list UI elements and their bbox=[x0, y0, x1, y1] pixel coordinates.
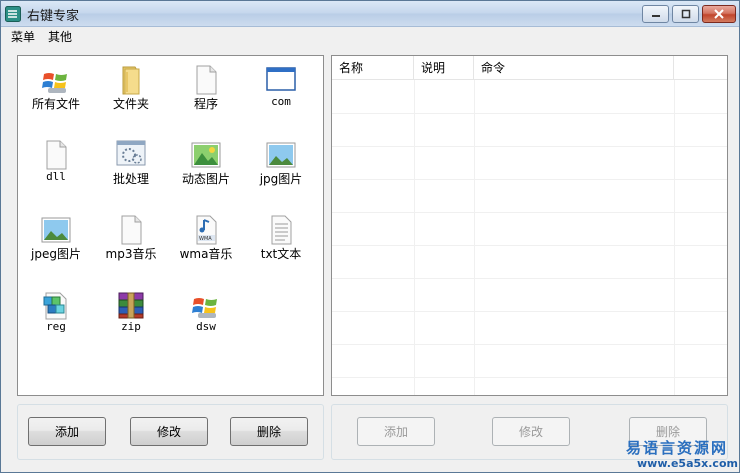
windows-logo-icon bbox=[192, 298, 217, 318]
column-header-name[interactable]: 名称 bbox=[332, 56, 414, 80]
registry-file-icon bbox=[43, 292, 67, 320]
watermark-site-name: 易语言资源网 bbox=[626, 439, 729, 457]
file-type-item-jpg[interactable]: jpg图片 bbox=[245, 133, 317, 197]
app-icon bbox=[5, 6, 21, 22]
menu-bar: 菜单 其他 bbox=[1, 27, 739, 45]
file-type-item-txt[interactable]: txt文本 bbox=[245, 208, 317, 272]
file-type-item-program[interactable]: 程序 bbox=[170, 58, 242, 122]
grid-line bbox=[332, 146, 727, 147]
add-file-type-button[interactable]: 添加 bbox=[28, 417, 106, 446]
svg-text:WMA: WMA bbox=[199, 236, 212, 242]
window-app-icon bbox=[266, 67, 296, 91]
wma-audio-icon: WMA bbox=[196, 215, 217, 245]
grid-line bbox=[414, 80, 415, 395]
file-type-icon-list[interactable]: 所有文件 文件夹 程序 com dll 批处理 动态图片 jpg图片 jpeg图… bbox=[17, 55, 324, 396]
text-file-icon bbox=[271, 215, 292, 245]
batch-file-icon bbox=[116, 140, 146, 166]
restore-button[interactable] bbox=[672, 5, 699, 23]
file-type-item-wma[interactable]: WMA wma音乐 bbox=[170, 208, 242, 272]
file-type-item-zip[interactable]: zip bbox=[95, 283, 167, 347]
grid-line bbox=[332, 113, 727, 114]
folder-icon bbox=[122, 66, 140, 95]
grid-line bbox=[474, 80, 475, 395]
grid-line bbox=[332, 278, 727, 279]
menu-item-menu[interactable]: 菜单 bbox=[11, 28, 35, 45]
column-header-command[interactable]: 命令 bbox=[474, 56, 674, 80]
grid-line bbox=[332, 179, 727, 180]
file-type-label: jpg图片 bbox=[259, 172, 303, 186]
grid-line bbox=[332, 377, 727, 378]
column-header-description[interactable]: 说明 bbox=[414, 56, 474, 80]
windows-logo-icon bbox=[42, 73, 67, 93]
file-type-item-folder[interactable]: 文件夹 bbox=[95, 58, 167, 122]
file-type-item-dsw[interactable]: dsw bbox=[170, 283, 242, 347]
file-type-item-gif[interactable]: 动态图片 bbox=[170, 133, 242, 197]
window-title: 右键专家 bbox=[27, 9, 80, 24]
gif-image-icon bbox=[191, 142, 221, 168]
jpeg-image-icon bbox=[41, 217, 71, 243]
minimize-button[interactable] bbox=[642, 5, 669, 23]
edit-file-type-button[interactable]: 修改 bbox=[130, 417, 208, 446]
jpg-image-icon bbox=[266, 142, 296, 168]
file-type-item-all-files[interactable]: 所有文件 bbox=[20, 58, 92, 122]
left-button-group: 添加 修改 删除 bbox=[17, 404, 324, 460]
file-type-item-dll[interactable]: dll bbox=[20, 133, 92, 197]
blank-file-icon bbox=[196, 65, 217, 95]
title-bar[interactable]: 右键专家 bbox=[1, 1, 739, 27]
file-type-item-jpeg[interactable]: jpeg图片 bbox=[20, 208, 92, 272]
main-window: 右键专家 菜单 其他 所有文件 文件夹 程序 com dll 批处理 动态图片 … bbox=[0, 0, 740, 473]
grid-line bbox=[332, 245, 727, 246]
close-button[interactable] bbox=[702, 5, 736, 23]
file-type-item-reg[interactable]: reg bbox=[20, 283, 92, 347]
winrar-archive-icon bbox=[118, 292, 144, 319]
blank-file-icon bbox=[121, 215, 142, 245]
file-type-label: com bbox=[271, 95, 291, 108]
grid-line bbox=[674, 80, 675, 395]
file-type-item-com[interactable]: com bbox=[245, 58, 317, 122]
menu-item-other[interactable]: 其他 bbox=[48, 28, 72, 45]
file-type-item-mp3[interactable]: mp3音乐 bbox=[95, 208, 167, 272]
restore-icon bbox=[681, 9, 690, 19]
blank-file-icon bbox=[46, 140, 67, 170]
grid-line bbox=[332, 212, 727, 213]
file-type-item-batch[interactable]: 批处理 bbox=[95, 133, 167, 197]
add-command-button[interactable]: 添加 bbox=[357, 417, 435, 446]
edit-command-button[interactable]: 修改 bbox=[492, 417, 570, 446]
file-type-label: dsw bbox=[196, 320, 216, 333]
minimize-icon bbox=[651, 15, 660, 17]
command-list-view[interactable]: 名称 说明 命令 bbox=[331, 55, 728, 396]
list-header: 名称 说明 命令 bbox=[332, 56, 727, 80]
delete-file-type-button[interactable]: 删除 bbox=[230, 417, 308, 446]
watermark-url: www.e5a5x.com bbox=[637, 457, 738, 470]
grid-line bbox=[332, 311, 727, 312]
close-icon bbox=[714, 9, 724, 19]
grid-line bbox=[332, 344, 727, 345]
file-type-label: txt文本 bbox=[260, 247, 302, 261]
